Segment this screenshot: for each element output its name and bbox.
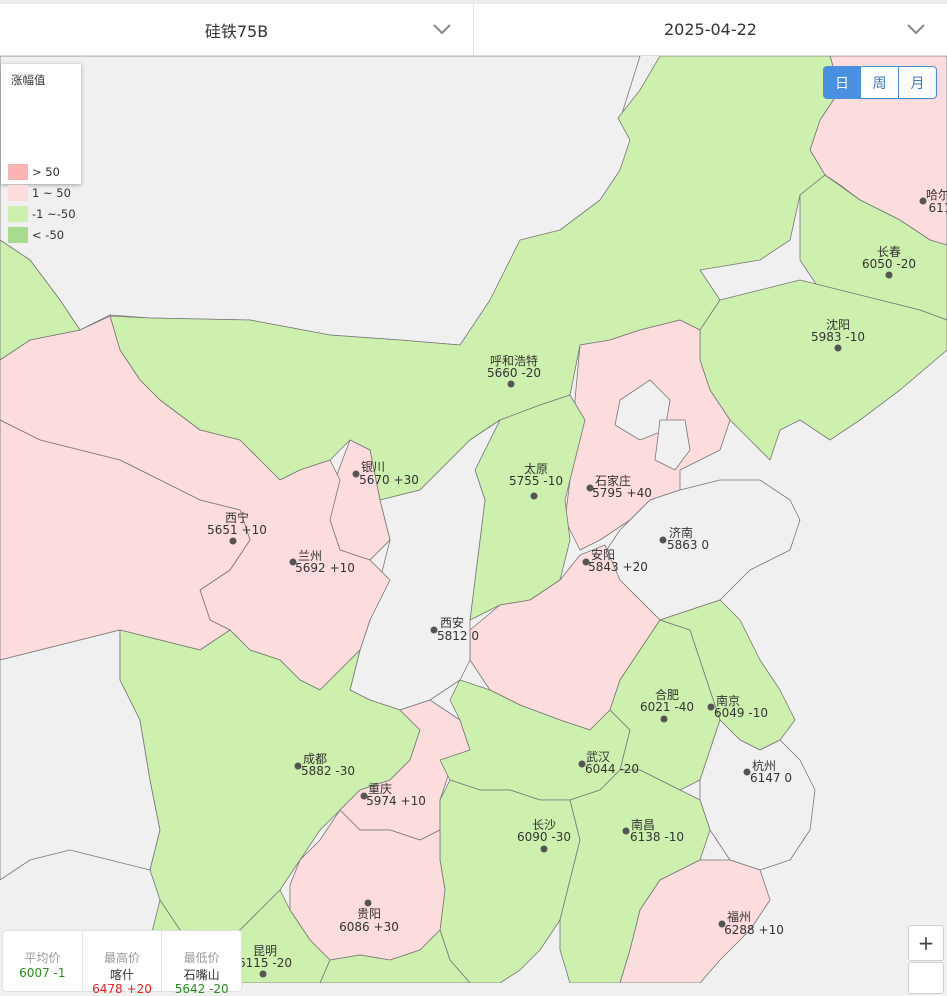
city-price-lanzhou: 5692 +10	[295, 561, 355, 575]
chevron-down-icon	[907, 24, 925, 35]
city-label-haerbin: 哈尔	[926, 187, 947, 202]
period-month-button[interactable]: 月	[899, 66, 937, 99]
stat-min: 最低价 石嘴山 5642 -20	[161, 931, 241, 996]
city-price-shenyang: 5983 -10	[811, 330, 865, 344]
city-price-taiyuan: 5755 -10	[509, 474, 563, 488]
city-price-kunming: 6115 -20	[238, 956, 292, 970]
legend-item: 1 ~ 50	[8, 184, 71, 202]
city-price-nanchang: 6138 -10	[630, 830, 684, 844]
legend-label: 1 ~ 50	[32, 186, 71, 200]
stat-average: 平均价 6007 -1	[3, 931, 82, 991]
stat-average-value: 6007 -1	[19, 966, 66, 980]
map-canvas: 哈尔 611 长春 6050 -20 沈阳 5983 -10 呼和浩特 5660…	[0, 56, 947, 983]
zoom-in-button[interactable]: +	[908, 925, 944, 961]
legend-item: < -50	[8, 226, 64, 244]
legend-swatch	[8, 164, 28, 180]
period-toggle: 日 周 月	[823, 66, 937, 99]
city-price-chongqing: 5974 +10	[366, 794, 426, 808]
stat-max-city: 喀什	[110, 968, 135, 982]
stat-average-label: 平均价	[24, 951, 61, 965]
legend-label: > 50	[32, 165, 60, 179]
city-price-xian: 5812 0	[437, 629, 479, 643]
legend-item: > 50	[8, 163, 60, 181]
city-price-yinchuan: 5670 +30	[359, 473, 419, 487]
city-price-hefei: 6021 -40	[640, 700, 694, 714]
date-select[interactable]: 2025-04-22	[473, 4, 947, 55]
city-price-haerbin: 611	[929, 201, 947, 215]
product-select-value: 硅铁75B	[204, 21, 269, 41]
stat-max-label: 最高价	[104, 951, 141, 965]
province-map[interactable]: 哈尔 611 长春 6050 -20 沈阳 5983 -10 呼和浩特 5660…	[0, 56, 947, 983]
legend-label: < -50	[32, 228, 65, 242]
city-label-xian: 西安	[440, 615, 464, 630]
period-day-button[interactable]: 日	[823, 66, 861, 99]
stat-min-label: 最低价	[183, 951, 220, 965]
stat-max-value: 6478 +20	[92, 982, 152, 996]
city-price-wuhan: 6044 -20	[585, 762, 639, 776]
chevron-down-icon	[433, 24, 451, 35]
legend-title: 涨幅值	[11, 73, 46, 87]
city-price-changchun: 6050 -20	[862, 257, 916, 271]
legend-swatch	[8, 227, 28, 243]
legend-label: -1 ~-50	[32, 207, 76, 221]
product-select[interactable]: 硅铁75B	[0, 4, 473, 55]
stat-min-city: 石嘴山	[183, 968, 220, 982]
city-price-shijiazhuang: 5795 +40	[592, 486, 652, 500]
city-price-changsha: 6090 -30	[517, 830, 571, 844]
city-price-fuzhou: 6288 +10	[724, 923, 784, 937]
date-select-value: 2025-04-22	[664, 20, 757, 39]
plus-icon: +	[917, 931, 935, 955]
city-price-xining: 5651 +10	[207, 523, 267, 537]
legend-item: -1 ~-50	[8, 205, 76, 223]
legend-swatch	[8, 185, 28, 201]
stat-max: 最高价 喀什 6478 +20	[81, 931, 162, 996]
zoom-out-button[interactable]	[908, 962, 944, 994]
city-price-chengdu: 5882 -30	[301, 764, 355, 778]
city-price-jinan: 5863 0	[667, 538, 709, 552]
top-bar: 硅铁75B 2025-04-22	[0, 0, 947, 56]
city-price-huhehaote: 5660 -20	[487, 366, 541, 380]
city-price-nanjing: 6049 -10	[714, 706, 768, 720]
city-price-anyang: 5843 +20	[588, 560, 648, 574]
city-price-guiyang: 6086 +30	[339, 920, 399, 934]
city-label-fuzhou: 福州	[727, 909, 751, 924]
region-hunan[interactable]	[439, 779, 581, 983]
legend-swatch	[8, 206, 28, 222]
city-price-hangzhou: 6147 0	[750, 771, 792, 785]
legend: 涨幅值 > 50 1 ~ 50 -1 ~-50 < -50	[1, 64, 81, 243]
stat-min-value: 5642 -20	[174, 982, 229, 996]
period-week-button[interactable]: 周	[861, 66, 899, 99]
city-label-guiyang: 贵阳	[357, 907, 381, 921]
city-label-yinchuan: 银川	[361, 460, 385, 474]
